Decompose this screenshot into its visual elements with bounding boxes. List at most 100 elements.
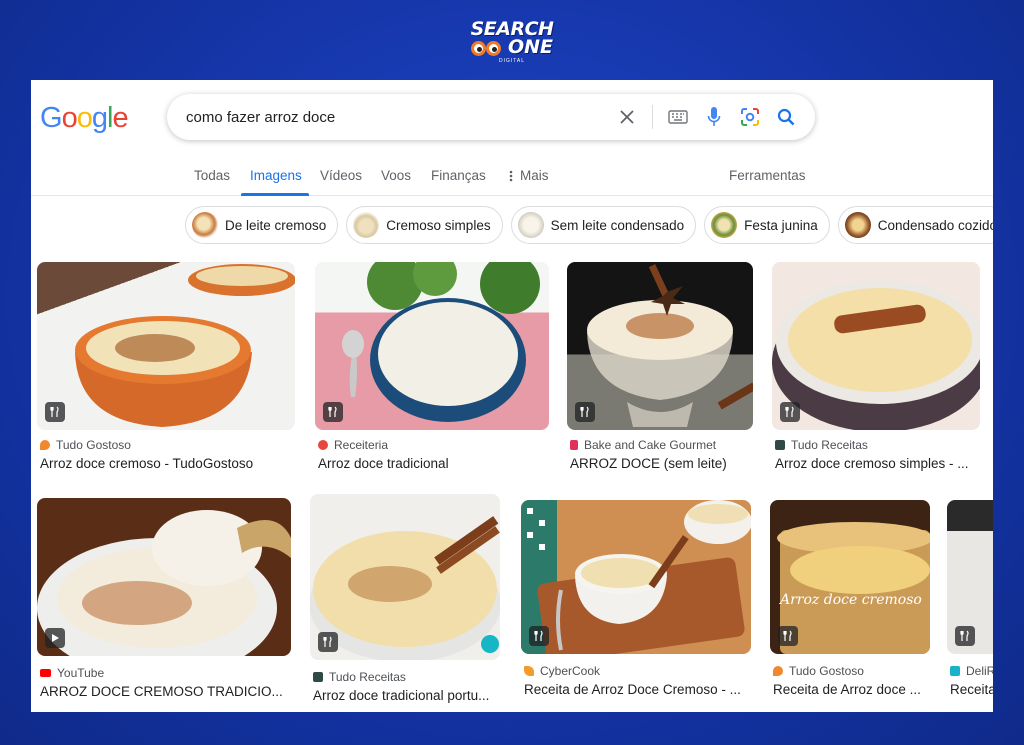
google-logo[interactable]: Google — [40, 102, 129, 135]
recipe-badge — [529, 626, 549, 646]
result-source[interactable]: Tudo Gostoso — [40, 438, 131, 452]
chip-label: Festa junina — [744, 217, 818, 233]
result-source[interactable]: Tudo Receitas — [775, 438, 868, 452]
rice-pudding-image — [772, 280, 980, 430]
source-name: Tudo Gostoso — [56, 438, 131, 452]
utensils-icon — [580, 406, 589, 417]
search-bar[interactable]: como fazer arroz doce — [167, 94, 815, 140]
tab-financas[interactable]: Finanças — [431, 168, 486, 183]
chip-sem-leite-condensado[interactable]: Sem leite condensado — [510, 206, 697, 244]
image-result[interactable]: CyberCook Receita de Arroz Doce Cremoso … — [521, 500, 751, 708]
owl-icon — [470, 39, 505, 57]
result-title[interactable]: ARROZ DOCE CREMOSO TRADICIO... — [40, 684, 290, 699]
result-thumbnail[interactable] — [947, 500, 993, 654]
utensils-icon — [534, 630, 543, 641]
result-source[interactable]: Tudo Gostoso — [773, 664, 864, 678]
play-icon — [52, 634, 59, 642]
image-result[interactable]: Tudo Gostoso Arroz doce cremoso - TudoGo… — [37, 262, 295, 472]
recipe-badge — [323, 402, 343, 422]
tools-button[interactable]: Ferramentas — [729, 168, 806, 183]
chip-label: De leite cremoso — [225, 217, 327, 233]
search-tabs: Todas Imagens Vídeos Voos Finanças Mais … — [31, 164, 993, 196]
source-name: Tudo Receitas — [329, 670, 406, 684]
image-result[interactable]: Bake and Cake Gourmet ARROZ DOCE (sem le… — [567, 262, 753, 472]
result-thumbnail[interactable] — [315, 262, 549, 430]
more-vert-icon — [509, 170, 513, 181]
recipe-badge — [778, 626, 798, 646]
image-result[interactable]: YouTube ARROZ DOCE CREMOSO TRADICIO... — [37, 498, 291, 708]
result-title[interactable]: Receita de Arroz doce ... — [773, 682, 933, 697]
active-tab-indicator — [241, 193, 309, 196]
source-name: CyberCook — [540, 664, 601, 678]
result-title[interactable]: ARROZ DOCE (sem leite) — [570, 456, 760, 471]
brand-line3: DIGITAL — [498, 58, 526, 64]
result-title[interactable]: Arroz doce cremoso simples - ... — [775, 456, 975, 471]
result-thumbnail[interactable]: Arroz doce cremoso — [770, 500, 930, 654]
chip-thumbnail — [353, 212, 380, 238]
rice-pudding-image — [342, 262, 540, 422]
search-icon[interactable] — [775, 106, 797, 128]
keyboard-icon[interactable] — [667, 106, 689, 128]
brand-line2: ONE — [507, 36, 554, 58]
chip-festa-junina[interactable]: Festa junina — [704, 206, 830, 244]
rice-pudding-image — [310, 516, 500, 660]
result-source[interactable]: Bake and Cake Gourmet — [570, 438, 716, 452]
chip-thumbnail — [192, 212, 218, 238]
result-thumbnail[interactable] — [310, 494, 500, 660]
image-result[interactable]: Tudo Receitas Arroz doce cremoso simples… — [772, 262, 980, 472]
chip-label: Cremoso simples — [386, 217, 491, 233]
source-name: DeliR — [966, 664, 993, 678]
result-title[interactable]: Arroz doce tradicional portu... — [313, 688, 503, 703]
result-thumbnail[interactable] — [37, 262, 295, 430]
result-source[interactable]: DeliR — [950, 664, 993, 678]
search-one-logo: SEARCH ONE DIGITAL — [0, 14, 1024, 70]
result-thumbnail[interactable] — [37, 498, 291, 656]
chip-thumbnail — [844, 212, 871, 238]
refinement-chips: De leite cremoso Cremoso simples Sem lei… — [185, 206, 993, 244]
image-result[interactable]: DeliR Receita — [947, 500, 993, 708]
result-thumbnail[interactable] — [521, 500, 751, 654]
recipe-badge — [575, 402, 595, 422]
source-name: YouTube — [57, 666, 105, 680]
microphone-icon[interactable] — [703, 106, 725, 128]
tab-todas[interactable]: Todas — [194, 168, 230, 183]
chip-thumbnail — [517, 212, 544, 238]
chip-condensado-cozido[interactable]: Condensado cozido — [837, 206, 993, 244]
search-input[interactable]: como fazer arroz doce — [186, 109, 616, 126]
chip-label: Sem leite condensado — [550, 217, 685, 233]
result-title[interactable]: Receita — [950, 682, 993, 697]
result-title[interactable]: Arroz doce cremoso - TudoGostoso — [40, 456, 296, 471]
utensils-icon — [328, 406, 337, 417]
site-favicon-icon — [775, 440, 785, 450]
image-result[interactable]: Tudo Receitas Arroz doce tradicional por… — [310, 494, 500, 708]
image-result[interactable]: Receiteria Arroz doce tradicional — [315, 262, 549, 472]
lens-icon[interactable] — [739, 106, 761, 128]
source-name: Receiteria — [334, 438, 389, 452]
utensils-icon — [785, 406, 794, 417]
image-overlay-text: Arroz doce cremoso — [778, 592, 922, 608]
rice-pudding-image — [75, 264, 295, 427]
tab-imagens[interactable]: Imagens — [250, 168, 302, 183]
utensils-icon — [323, 636, 332, 647]
result-source[interactable]: Receiteria — [318, 438, 388, 452]
recipe-badge — [318, 632, 338, 652]
chip-label: Condensado cozido — [877, 217, 993, 233]
clear-icon[interactable] — [616, 106, 638, 128]
utensils-icon — [783, 630, 792, 641]
result-source[interactable]: Tudo Receitas — [313, 670, 406, 684]
chip-de-leite-cremoso[interactable]: De leite cremoso — [185, 206, 339, 244]
search-divider — [652, 105, 653, 129]
browser-window: Google como fazer arroz doce Todas Image… — [31, 80, 993, 712]
result-source[interactable]: YouTube — [40, 666, 104, 680]
chip-cremoso-simples[interactable]: Cremoso simples — [346, 206, 503, 244]
tab-videos[interactable]: Vídeos — [320, 168, 362, 183]
image-result[interactable]: Arroz doce cremoso Tudo Gostoso Receita … — [770, 500, 930, 708]
result-thumbnail[interactable] — [772, 262, 980, 430]
chip-thumbnail — [711, 212, 738, 238]
tab-voos[interactable]: Voos — [381, 168, 411, 183]
tab-mais[interactable]: Mais — [509, 168, 549, 183]
result-source[interactable]: CyberCook — [524, 664, 600, 678]
result-thumbnail[interactable] — [567, 262, 753, 430]
result-title[interactable]: Receita de Arroz Doce Cremoso - ... — [524, 682, 752, 697]
result-title[interactable]: Arroz doce tradicional — [318, 456, 550, 471]
